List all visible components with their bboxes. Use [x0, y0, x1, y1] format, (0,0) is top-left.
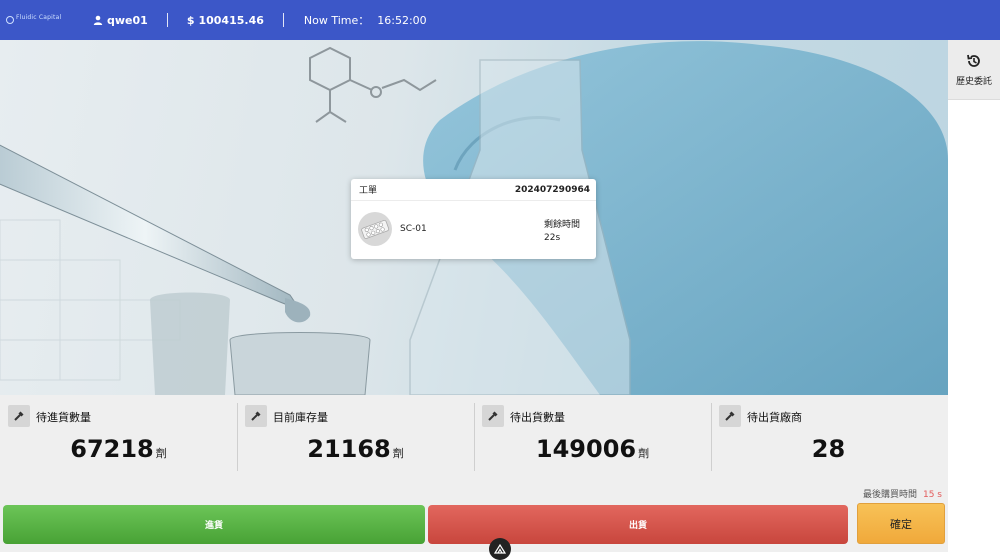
- stock-out-button[interactable]: 出貨: [428, 505, 848, 544]
- stat-unit: 劑: [155, 447, 167, 460]
- divider: [282, 13, 284, 27]
- confirm-button[interactable]: 確定: [857, 503, 945, 544]
- pipette-icon: [245, 405, 267, 427]
- stat-stock: 目前庫存量 21168 劑: [237, 395, 474, 485]
- now-time-label: Now Time：: [303, 14, 370, 27]
- top-bar: Fluidic Capital qwe01 $ 100415.46 Now Ti…: [0, 0, 1000, 40]
- pipette-icon: [8, 405, 30, 427]
- stock-in-label: 進貨: [204, 521, 223, 531]
- now-time-value: 16:52:00: [377, 13, 427, 27]
- logo-icon: [6, 16, 14, 24]
- pipette-icon: [482, 405, 504, 427]
- stat-label: 目前庫存量: [273, 411, 328, 424]
- work-order-header: 工單 202407290964: [351, 179, 596, 201]
- user-icon: [93, 15, 103, 25]
- username: qwe01: [107, 13, 148, 27]
- stat-label: 待出貨廠商: [747, 411, 802, 424]
- last-buy-label: 最後購買時間: [862, 490, 917, 500]
- balance-info: $ 100415.46: [187, 14, 264, 27]
- balance-value: 100415.46: [198, 13, 264, 27]
- stat-value: 67218: [70, 435, 154, 463]
- stat-pending-in: 待進貨數量 67218 劑: [0, 395, 237, 485]
- work-order-body: SC-01 剩餘時間 22s: [351, 201, 596, 259]
- remaining-time-value: 22s: [544, 233, 561, 243]
- stat-label: 待進貨數量: [36, 411, 91, 424]
- stat-pending-out: 待出貨數量 149006 劑: [474, 395, 711, 485]
- confirm-label: 確定: [890, 517, 912, 531]
- dollar-icon: $: [186, 13, 195, 27]
- stats-row: 待進貨數量 67218 劑 目前庫存量 21168 劑 待出貨數量 149006 劑 …: [0, 395, 948, 485]
- pill-blister-icon: [358, 212, 392, 246]
- history-icon: [967, 54, 980, 67]
- stat-pending-vendors: 待出貨廠商 28: [711, 395, 948, 485]
- product-code: SC-01: [400, 224, 427, 234]
- stat-value: 21168: [307, 435, 391, 463]
- now-time: Now Time： 16:52:00: [304, 12, 427, 28]
- work-order-label: 工單: [359, 186, 378, 196]
- logo: Fluidic Capital: [6, 13, 66, 27]
- history-orders-label: 歷史委託: [955, 76, 992, 87]
- work-order-id: 202407290964: [514, 184, 590, 195]
- logo-text: Fluidic Capital: [16, 14, 62, 21]
- work-order-card[interactable]: 工單 202407290964 SC-01 剩餘時間 22s: [351, 179, 596, 259]
- bottom-toggle-button[interactable]: [489, 538, 511, 560]
- user-info: qwe01: [93, 14, 148, 27]
- triangle-logo-icon: [494, 544, 506, 554]
- stat-value: 28: [811, 435, 846, 463]
- history-orders-button[interactable]: 歷史委託: [948, 40, 1000, 100]
- stat-unit: 劑: [392, 447, 404, 460]
- right-side-panel: [948, 40, 1000, 552]
- last-buy-seconds: 15 s: [922, 490, 942, 500]
- stock-in-button[interactable]: 進貨: [3, 505, 425, 544]
- stat-value: 149006: [535, 435, 637, 463]
- pipette-icon: [719, 405, 741, 427]
- stat-unit: 劑: [638, 447, 650, 460]
- remaining-time-label: 剩餘時間: [544, 220, 581, 230]
- stat-label: 待出貨數量: [510, 411, 565, 424]
- last-buy-time: 最後購買時間 15 s: [863, 487, 942, 500]
- stock-out-label: 出貨: [628, 521, 647, 531]
- divider: [166, 13, 168, 27]
